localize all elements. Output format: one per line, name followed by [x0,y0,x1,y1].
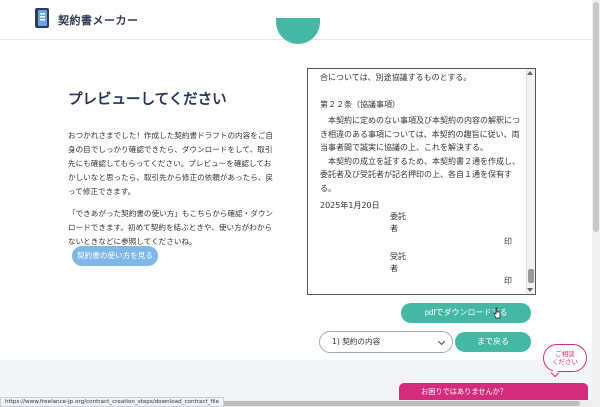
preview-scroll-thumb[interactable] [528,269,534,283]
step-select-value: 1) 契約の内容 [332,337,381,346]
client-seal-mark: 印 [504,237,512,246]
doc-paragraph: 本契約に定めのない事項及び本契約の内容の解釈につき相違のある事項については、本契… [320,116,520,152]
contractor-label-line2: 者 [390,264,398,273]
client-label-line2: 者 [390,224,398,233]
help-banner[interactable]: お困りではありませんか？ [399,383,588,401]
usage-guide-button[interactable]: 契約書の使い方を見る [72,246,158,266]
help-bubble-line2: ください [552,358,578,366]
contractor-label-line1: 受託 [390,252,406,261]
page-scroll-thumb[interactable] [593,2,599,232]
preview-scrollbar[interactable] [526,69,535,294]
usage-guide-description: 「できあがった契約書の使い方」もこちらから確認・ダウンロードできます。初めて契約… [68,209,274,246]
client-label-line1: 委託 [390,212,406,221]
page-scrollbar[interactable] [592,0,600,407]
contract-book-icon[interactable] [34,7,52,29]
contractor-signature-label: 受託 者 [390,251,406,275]
site-logo-text[interactable]: 契約書メーカー [58,12,139,28]
pdf-download-button[interactable]: pdfでダウンロードする [401,303,531,323]
doc-line: 合については、別途協議するものとする。 [320,73,472,82]
scroll-down-icon[interactable] [527,288,533,292]
contract-document: 合については、別途協議するものとする。 第２２条（協議事項） 本契約に定めのない… [320,71,525,213]
contract-preview-frame[interactable]: 合については、別途協議するものとする。 第２２条（協議事項） 本契約に定めのない… [307,68,536,295]
article-title: 第２２条（協議事項） [320,99,400,109]
doc-paragraph: 本契約の成立を証するため、本契約書２通を作成し、委託者及び受託者が記名押印の上、… [320,156,520,193]
contractor-seal-mark: 印 [504,276,512,285]
hand-cursor-icon [493,307,501,319]
help-bubble[interactable]: ご相談 ください [543,344,587,372]
go-back-button[interactable]: まで戻る [455,332,531,352]
status-bar-url: https://www.freelance-jp.org/contract_cr… [0,397,225,407]
preview-description: おつかれさまでした！作成した契約書ドラフトの内容をご自身の目でしっかり確認できた… [68,131,274,196]
help-bubble-line1: ご相談 [555,350,575,358]
contract-date: 2025年1月20日 [320,201,380,210]
horizontal-scroll-thumb[interactable] [186,401,580,406]
page-title: プレビューしてください [68,92,227,108]
step-select[interactable]: 1) 契約の内容 [319,331,453,353]
chevron-down-icon [437,337,446,346]
scroll-up-icon[interactable] [527,71,533,75]
client-signature-label: 委託 者 [390,211,406,235]
